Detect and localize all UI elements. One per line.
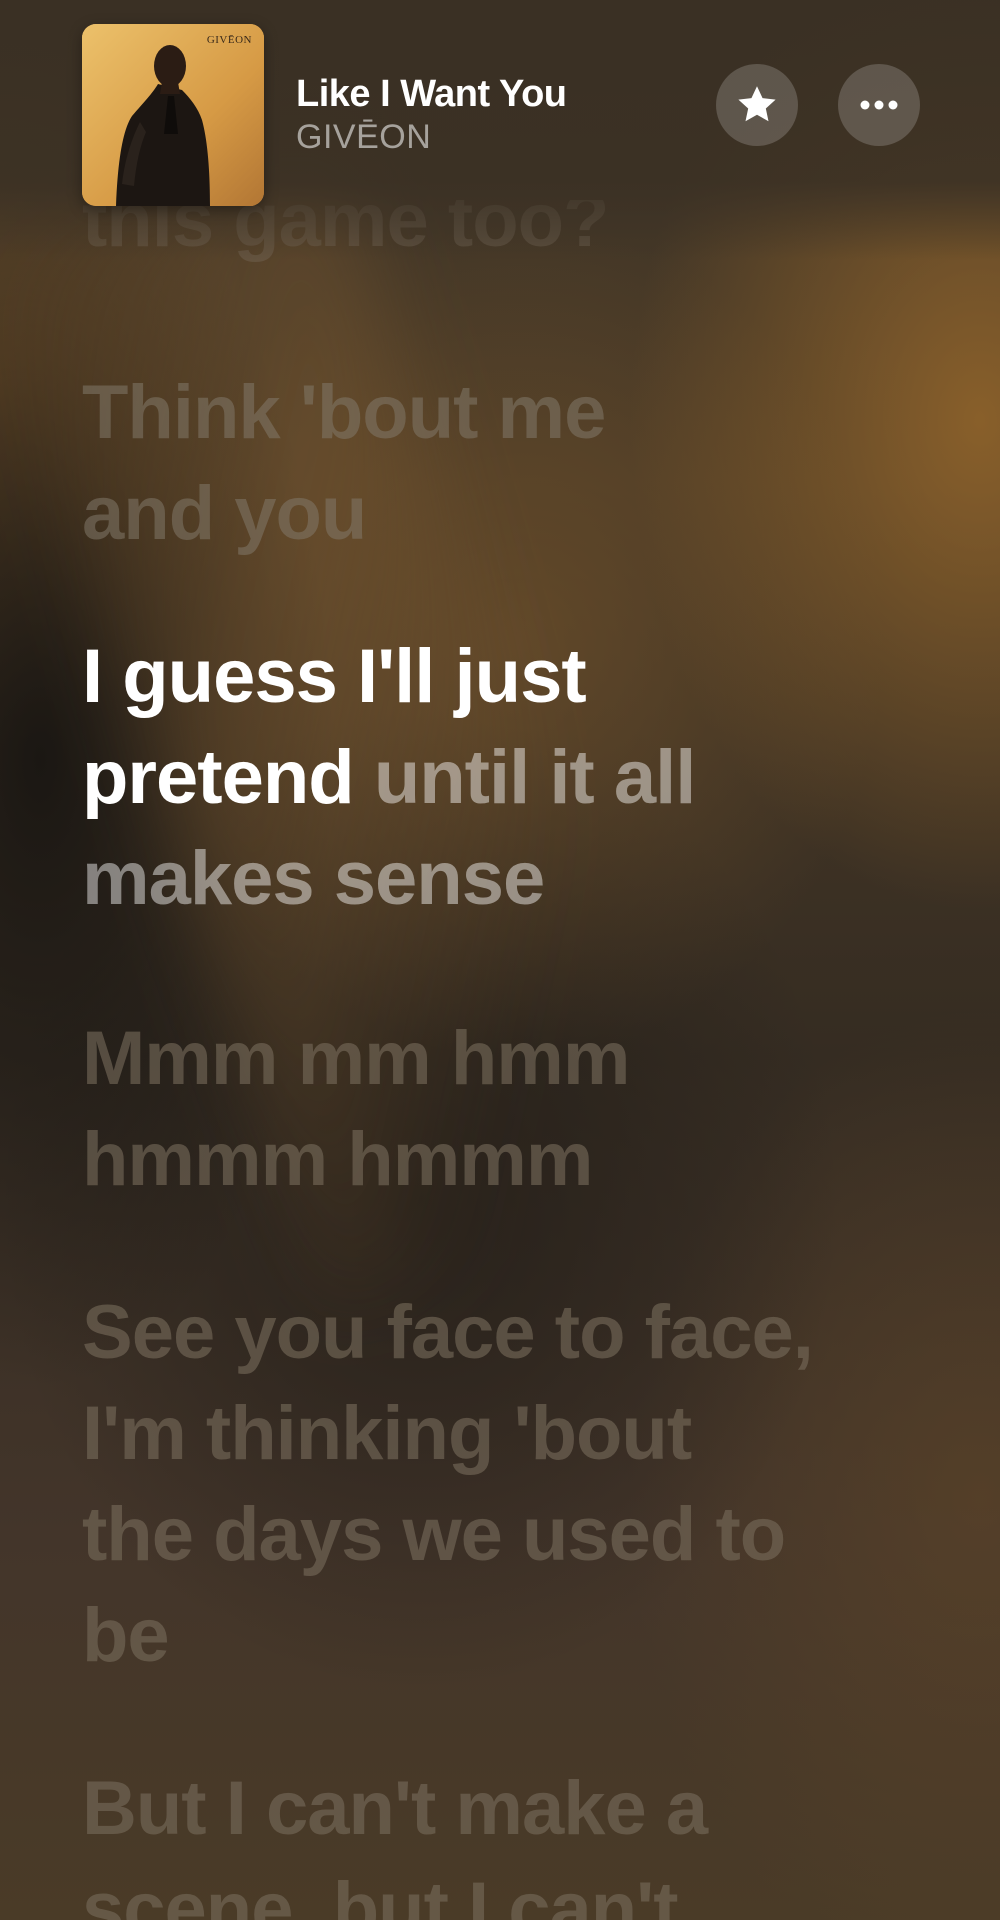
album-art[interactable]: GIVĒON [82,24,264,206]
lyrics-view[interactable]: this game too? Think 'bout me and you I … [82,0,922,1920]
lyric-line[interactable]: See you face to face, I'm thinking 'bout… [82,1282,922,1686]
lyric-text: See you face to face, [82,1290,814,1375]
album-art-figure [82,24,264,206]
lyric-line[interactable]: Think 'bout me and you [82,362,922,564]
star-icon [738,86,776,122]
album-art-logo: GIVĒON [206,34,252,46]
lyric-text: I'm thinking 'bout [82,1391,692,1476]
lyric-text: hmmm hmmm [82,1117,593,1202]
lyric-text: Mmm mm hmm [82,1016,630,1101]
track-artist: GIVĒON [296,118,432,156]
lyric-text: scene, but I can't [82,1867,679,1920]
lyric-line-current[interactable]: I guess I'll just pretend until it all m… [82,626,922,929]
lyric-text: But I can't make a [82,1766,708,1851]
lyric-sung-text: I guess I'll just [82,634,587,719]
lyric-unsung-text: until it all [353,735,697,820]
lyric-text: Think 'bout me [82,370,606,455]
ellipsis-icon [860,100,898,110]
track-info[interactable]: Like I Want You GIVĒON [296,72,716,158]
lyric-sung-text: pretend [82,735,355,820]
lyric-text: be [82,1593,170,1678]
lyric-line[interactable]: Mmm mm hmm hmmm hmmm [82,1008,922,1210]
lyric-text: the days we used to [82,1492,786,1577]
lyric-unsung-text: makes sense [82,836,545,921]
more-options-button[interactable] [838,64,920,146]
track-title: Like I Want You [296,73,567,115]
lyric-text: and you [82,471,367,556]
lyric-line[interactable]: But I can't make a scene, but I can't [82,1758,922,1920]
favorite-button[interactable] [716,64,798,146]
now-playing-header: GIVĒON Like I Want You GIVĒON [82,24,920,206]
